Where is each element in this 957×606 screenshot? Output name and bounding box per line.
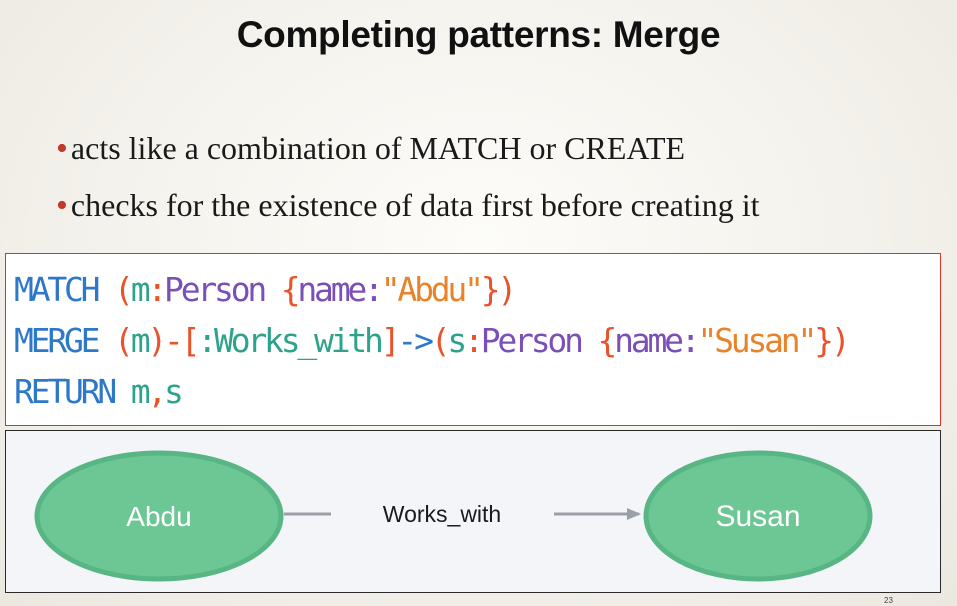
page-number: 23 (884, 596, 893, 605)
cypher-code-block: MATCH (m:Person {name:"Abdu"}) MERGE (m)… (5, 253, 941, 426)
node-label: Person (480, 321, 584, 360)
punctuation: )- (147, 321, 184, 360)
node-label-abdu: Abdu (126, 501, 191, 532)
slide-title: Completing patterns: Merge (236, 14, 721, 55)
punctuation: [ (180, 321, 201, 360)
punctuation: }) (480, 270, 518, 309)
node-label: Person (164, 270, 267, 309)
variable: s (164, 372, 184, 411)
graph-visualization: Abdu Susan Works_with (5, 430, 941, 593)
code-line-return: RETURN m,s (14, 366, 940, 417)
variable: s (447, 321, 467, 360)
punctuation: { (597, 321, 617, 360)
punctuation: ( (114, 270, 134, 309)
string-literal: "Susan" (697, 321, 817, 360)
variable: m (130, 321, 151, 360)
keyword: MATCH (14, 270, 101, 309)
code-line-merge: MERGE (m)-[:Works_with]->(s:Person {name… (14, 315, 940, 366)
punctuation: ( (114, 321, 134, 360)
string-literal: "Abdu" (380, 270, 484, 309)
punctuation: }) (814, 321, 851, 360)
keyword: RETURN (14, 372, 117, 411)
bullet-text: acts like a combination of MATCH or CREA… (70, 130, 686, 166)
bullet-item: •acts like a combination of MATCH or CRE… (56, 130, 759, 167)
relationship-type: :Works_with (197, 321, 384, 360)
bullet-text: checks for the existence of data first b… (70, 187, 760, 223)
graph-canvas: Abdu Susan Works_with (34, 450, 873, 582)
variable: m (130, 270, 151, 309)
variable: m (130, 372, 151, 411)
property-key: name: (297, 270, 384, 309)
punctuation: ( (430, 321, 451, 360)
punctuation: , (147, 372, 167, 411)
relationship-label: Works_with (383, 501, 501, 527)
punctuation: : (464, 321, 484, 360)
punctuation: : (147, 270, 167, 309)
punctuation: ] (380, 321, 401, 360)
bullet-list: •acts like a combination of MATCH or CRE… (56, 130, 759, 244)
punctuation: { (280, 270, 301, 309)
bullet-dot-icon: • (56, 187, 68, 224)
bullet-dot-icon: • (56, 130, 68, 167)
arrow: -> (397, 321, 434, 360)
keyword: MERGE (14, 321, 101, 360)
bullet-item: •checks for the existence of data first … (56, 187, 759, 224)
node-label-susan: Susan (715, 500, 800, 533)
property-key: name: (614, 321, 701, 360)
code-line-match: MATCH (m:Person {name:"Abdu"}) (14, 264, 940, 315)
